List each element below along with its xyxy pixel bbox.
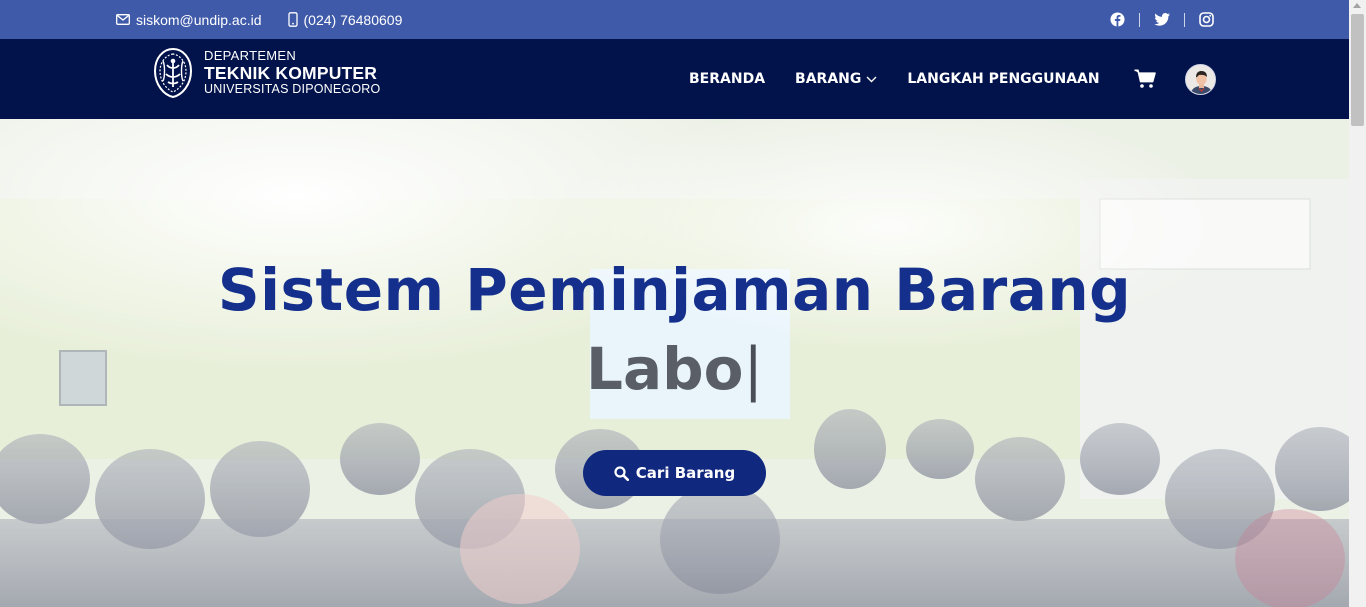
scrollbar-thumb[interactable] [1351,14,1364,126]
hero-section: Sistem Peminjaman Barang Labo| Cari Bara… [0,119,1349,607]
email-text: siskom@undip.ac.id [136,11,262,28]
social-links [1110,0,1214,39]
nav-item-barang[interactable]: BARANG [795,71,877,87]
social-divider [1139,12,1140,27]
user-avatar[interactable] [1184,63,1216,95]
brand-line-teknik-komputer: TEKNIK KOMPUTER [204,62,378,83]
brand-logo-link[interactable]: DEPARTEMEN TEKNIK KOMPUTER UNIVERSITAS D… [152,47,380,99]
search-icon [614,465,629,481]
scroll-up-arrow-icon[interactable] [1353,3,1361,8]
phone-contact[interactable]: (024) 76480609 [287,11,403,28]
envelope-icon [116,14,130,25]
top-contact-bar: siskom@undip.ac.id (024) 76480609 [0,0,1349,39]
brand-line-departemen: DEPARTEMEN [204,48,297,64]
cart-icon[interactable] [1134,68,1156,90]
brand-line-universitas: UNIVERSITAS DIPONEGORO [204,81,381,96]
hero-title: Sistem Peminjaman Barang [217,256,1132,324]
phone-icon [287,12,298,27]
hero-typed-text: Labo| [0,337,1349,401]
brand-text: DEPARTEMEN TEKNIK KOMPUTER UNIVERSITAS D… [204,49,380,96]
nav-menu: BERANDA BARANG LANGKAH PENGGUNAAN [689,39,1216,119]
twitter-icon[interactable] [1154,13,1170,26]
hero-typed-word: Labo [585,335,744,403]
contact-info: siskom@undip.ac.id (024) 76480609 [116,0,402,39]
cari-barang-button[interactable]: Cari Barang [583,450,766,496]
typing-caret: | [743,335,763,403]
email-contact[interactable]: siskom@undip.ac.id [116,12,262,28]
facebook-icon[interactable] [1110,12,1125,27]
nav-item-beranda[interactable]: BERANDA [689,71,765,87]
nav-item-barang-label: BARANG [795,71,862,87]
instagram-icon[interactable] [1199,12,1214,27]
phone-text: (024) 76480609 [303,11,403,28]
nav-item-langkah-penggunaan[interactable]: LANGKAH PENGGUNAAN [907,71,1099,87]
cari-barang-label: Cari Barang [635,464,736,482]
main-navbar: DEPARTEMEN TEKNIK KOMPUTER UNIVERSITAS D… [0,39,1349,119]
undip-logo-icon [152,47,194,99]
social-divider [1184,12,1185,27]
chevron-down-icon [866,76,877,83]
page-scrollbar[interactable] [1349,0,1366,607]
